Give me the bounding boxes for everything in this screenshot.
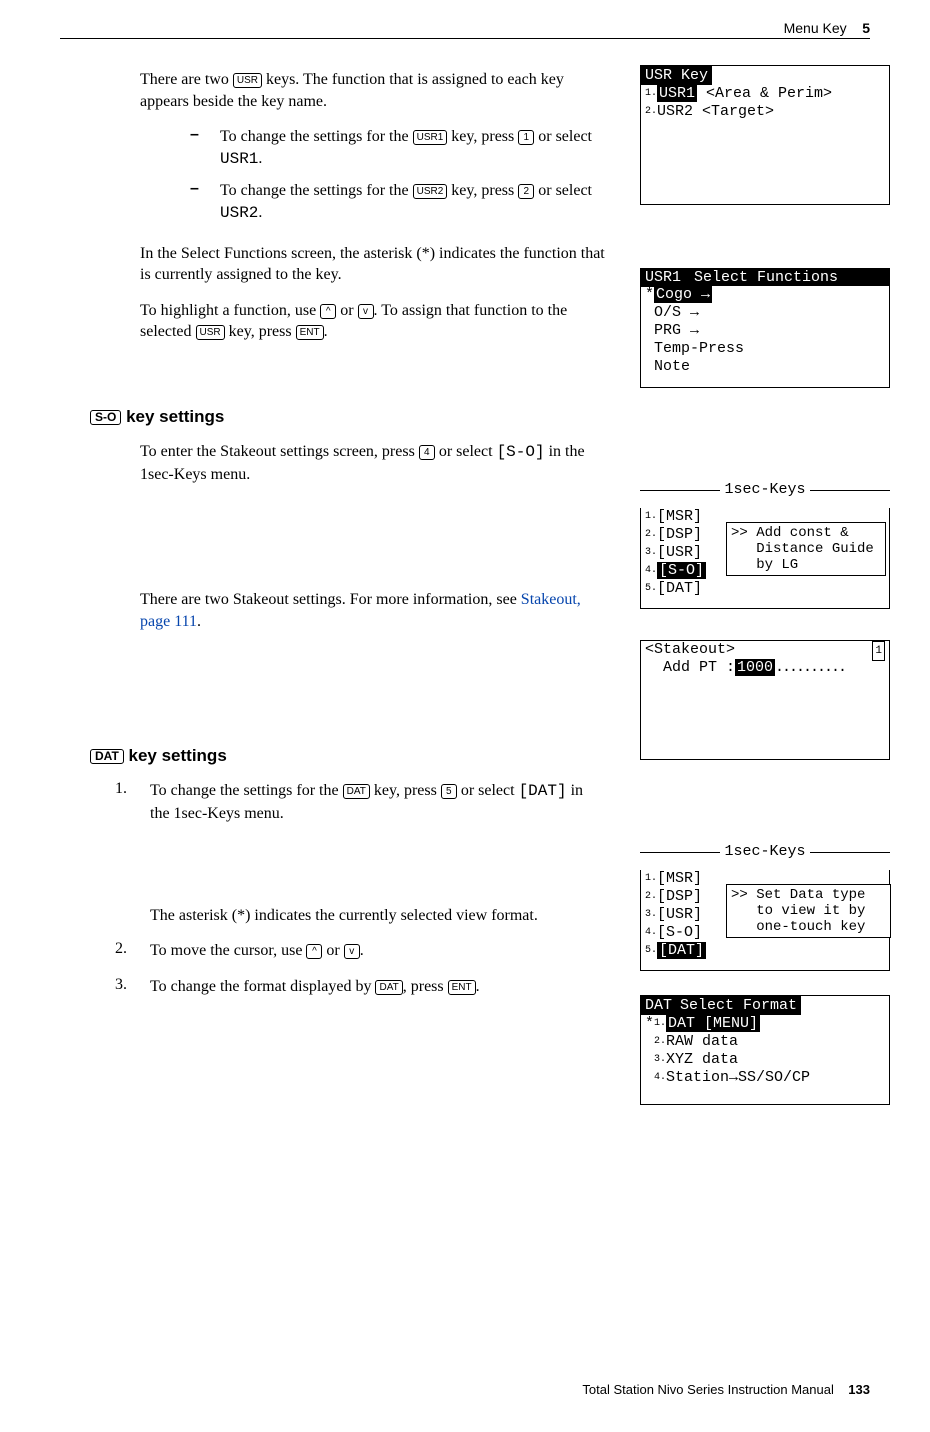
list-item: – To change the settings for the USR1 ke… (190, 126, 610, 170)
key-ent: ENT (448, 980, 476, 995)
key-usr: USR (196, 325, 225, 340)
key-down: v (358, 304, 374, 319)
key-ent: ENT (296, 325, 324, 340)
header-chapter: 5 (862, 20, 870, 36)
key-usr2: USR2 (413, 184, 448, 199)
page: Menu Key 5 There are two USR keys. The f… (0, 0, 930, 1432)
header-title: Menu Key (784, 20, 847, 36)
list-item: 3. To change the format displayed by DAT… (115, 976, 585, 998)
page-footer: Total Station Nivo Series Instruction Ma… (582, 1382, 870, 1397)
paragraph: To highlight a function, use ^ or v. To … (140, 300, 610, 343)
lcd-select-functions: USR1 Select Functions *Cogo → O/S → PRG … (640, 268, 890, 388)
key-up: ^ (320, 304, 336, 319)
list-item: The asterisk (*) indicates the currently… (115, 905, 585, 927)
lcd-hint-box: >> Set Data type to view it by one-touch… (726, 884, 891, 938)
list-item: 2. To move the cursor, use ^ or v. (115, 940, 585, 962)
lcd-1sec-keys-so: 1sec-Keys 1.[MSR] 2.[DSP] 3.[USR] 4.[S-O… (640, 490, 890, 610)
paragraph: There are two Stakeout settings. For mor… (140, 589, 610, 632)
paragraph: There are two USR keys. The function tha… (140, 69, 610, 112)
key-up: ^ (306, 944, 322, 959)
key-2: 2 (518, 184, 534, 199)
page-number: 133 (848, 1382, 870, 1397)
page-header: Menu Key 5 (60, 20, 870, 39)
lcd-select-format: DAT Select Format *1.DAT [MENU] 2.RAW da… (640, 995, 890, 1105)
lcd-usr-key: USR Key 1.USR1 <Area & Perim> 2.USR2 <Ta… (640, 65, 890, 205)
list-item: 1. To change the settings for the DAT ke… (115, 780, 585, 824)
lcd-1sec-keys-dat: 1sec-Keys 1.[MSR] 2.[DSP] 3.[USR] 4.[S-O… (640, 852, 890, 972)
key-dat: DAT (375, 980, 402, 995)
paragraph: To enter the Stakeout settings screen, p… (140, 441, 610, 485)
key-1: 1 (518, 130, 534, 145)
section-heading-so: S-O key settings (90, 407, 870, 427)
paragraph: In the Select Functions screen, the aste… (140, 243, 610, 286)
lcd-hint-box: >> Add const & Distance Guide by LG (726, 522, 886, 576)
list-item: – To change the settings for the USR2 ke… (190, 180, 610, 224)
lcd-stakeout: <Stakeout>1 Add PT :1000.......... (640, 640, 890, 760)
key-usr1: USR1 (413, 130, 448, 145)
key-4: 4 (419, 445, 435, 460)
key-down: v (344, 944, 360, 959)
key-usr: USR (233, 73, 262, 88)
key-5: 5 (441, 784, 457, 799)
key-dat: DAT (343, 784, 370, 799)
